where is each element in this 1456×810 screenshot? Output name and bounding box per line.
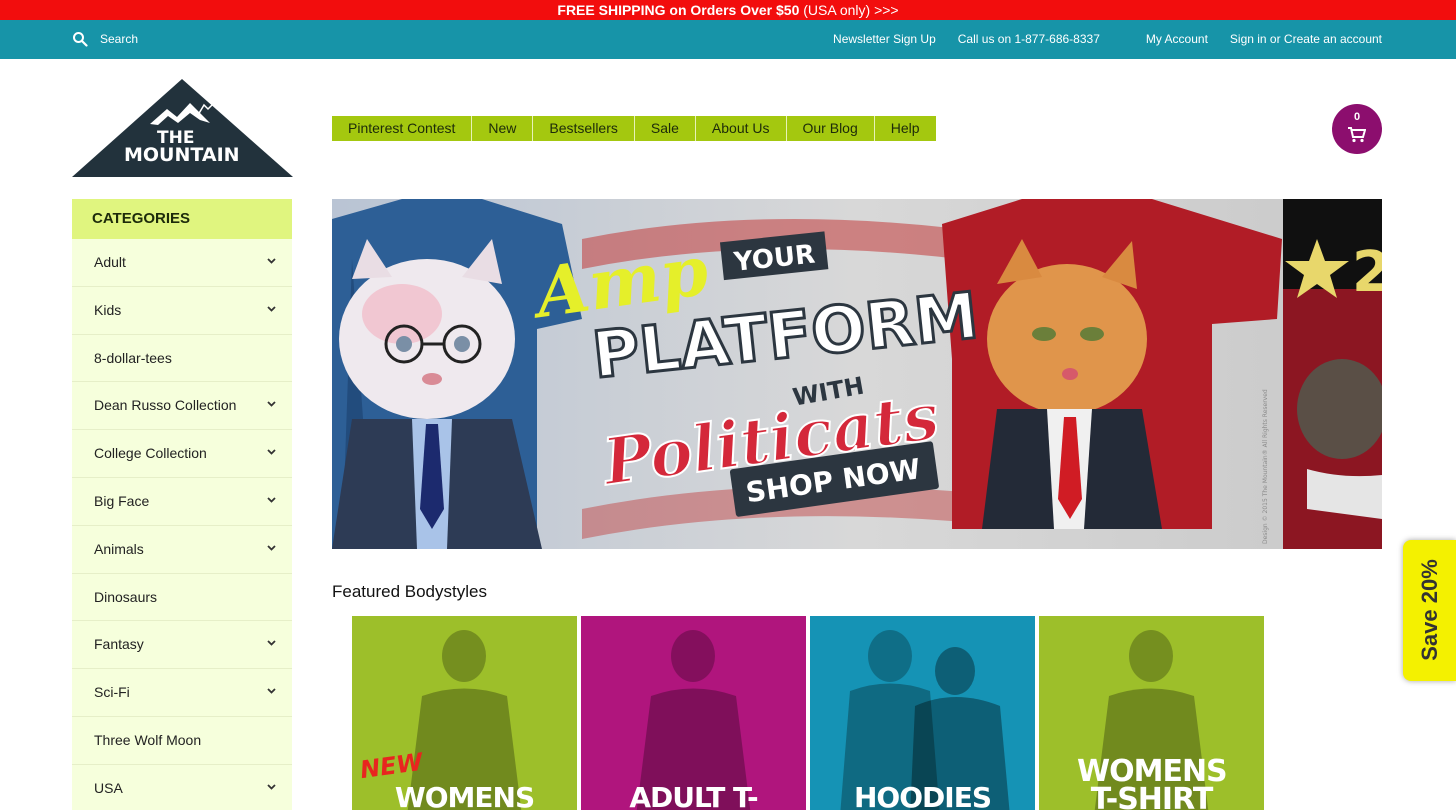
category-sci-fi[interactable]: Sci-Fi [72,669,292,717]
chevron-down-icon[interactable] [267,449,276,455]
category-label: Dean Russo Collection [94,397,237,414]
bodystyle-label: WOMENS FLOW [394,781,535,810]
top-utility-bar: Search Newsletter Sign Up Call us on 1-8… [0,20,1456,59]
cart-button[interactable]: 0 [1332,104,1382,154]
bodystyle-tile-womens-t-shirt[interactable]: WOMENS T-SHIRT [1039,616,1264,810]
save-20-label: Save 20% [1417,559,1442,661]
bodystyle-label: HOODIES [854,781,992,810]
category-label: 8-dollar-tees [94,349,172,366]
nav-item-about-us[interactable]: About Us [696,116,787,141]
nav-item-sale[interactable]: Sale [635,116,696,141]
nav-item-help[interactable]: Help [875,116,936,141]
cart-count: 0 [1353,111,1361,123]
free-shipping-banner[interactable]: FREE SHIPPING on Orders Over $50 (USA on… [0,0,1456,20]
nav-item-our-blog[interactable]: Our Blog [787,116,875,141]
category-three-wolf-moon[interactable]: Three Wolf Moon [72,717,292,765]
category-label: Kids [94,301,122,318]
chevron-down-icon[interactable] [267,640,276,647]
bodystyle-tile-womens-flow[interactable]: NEWWOMENS FLOW [352,616,577,810]
category-label: Animals [94,540,144,557]
nav-item-bestsellers[interactable]: Bestsellers [533,116,635,141]
category-usa[interactable]: USA [72,765,292,810]
chevron-down-icon[interactable] [267,688,276,694]
featured-bodystyles-heading: Featured Bodystyles [332,582,487,601]
search-icon [73,32,88,47]
cart-icon [1348,127,1366,143]
chevron-down-icon[interactable] [267,545,276,551]
svg-text:2: 2 [1352,240,1382,305]
category-label: Dinosaurs [94,588,158,605]
save-20-tab[interactable]: Save 20% [1403,540,1456,681]
nav-item-new[interactable]: New [472,116,534,141]
chevron-down-icon[interactable] [267,784,276,790]
category-animals[interactable]: Animals [72,526,292,574]
my-account-link[interactable]: My Account [1146,32,1208,46]
chevron-down-icon[interactable] [267,306,276,312]
chevron-down-icon[interactable] [267,258,276,264]
free-shipping-text: FREE SHIPPING on Orders Over $50 [557,2,800,18]
logo-text-mountain: MOUNTAIN [124,144,240,166]
chevron-down-icon[interactable] [267,401,276,408]
phone-number: Call us on 1-877-686-8337 [957,32,1100,46]
category-label: Big Face [94,492,150,509]
bodystyle-tile-hoodies[interactable]: HOODIES [810,616,1035,810]
hero-copyright: Design © 2015 The Mountain® All Rights R… [1262,389,1269,544]
category-label: Sci-Fi [94,684,130,701]
main-navigation: Pinterest Contest New Bestsellers Sale About… [332,116,936,141]
bodystyle-label: WOMENS T-SHIRT [1077,754,1228,810]
category-label: College Collection [94,445,207,462]
chevron-down-icon[interactable] [267,497,276,503]
category-label: Three Wolf Moon [94,731,202,748]
the-mountain-logo[interactable]: THE MOUNTAIN [72,79,293,177]
free-shipping-note: (USA only) >>> [799,2,899,18]
search-trigger[interactable]: Search [72,31,138,47]
category-kids[interactable]: Kids [72,287,292,335]
category-label: USA [94,779,123,796]
categories-heading: CATEGORIES [72,199,292,239]
sign-in-link[interactable]: Sign in or Create an account [1230,32,1382,46]
category-dinosaurs[interactable]: Dinosaurs [72,574,292,622]
search-label: Search [100,32,139,46]
category-college-collection[interactable]: College Collection [72,430,292,478]
category-label: Adult [94,254,126,270]
category-dean-russo-collection[interactable]: Dean Russo Collection [72,382,292,431]
category-fantasy[interactable]: Fantasy [72,621,292,670]
category-big-face[interactable]: Big Face [72,478,292,526]
newsletter-link[interactable]: Newsletter Sign Up [833,32,936,46]
hero-banner-politicats[interactable]: Amp YOUR PLATFORM WITH Politicats SHOP N… [332,199,1382,549]
bodystyle-tile-adult-t-shirts[interactable]: ADULT T-SHIRTS [581,616,806,810]
categories-sidebar: CATEGORIES Adult Kids 8-dollar-tees Dean Ru… [72,199,292,810]
category-8-dollar-tees[interactable]: 8-dollar-tees [72,335,292,383]
bodystyle-label: ADULT T-SHIRTS [629,781,758,810]
category-label: Fantasy [94,636,144,653]
nav-item-pinterest-contest[interactable]: Pinterest Contest [332,116,473,141]
category-adult[interactable]: Adult [72,239,292,287]
